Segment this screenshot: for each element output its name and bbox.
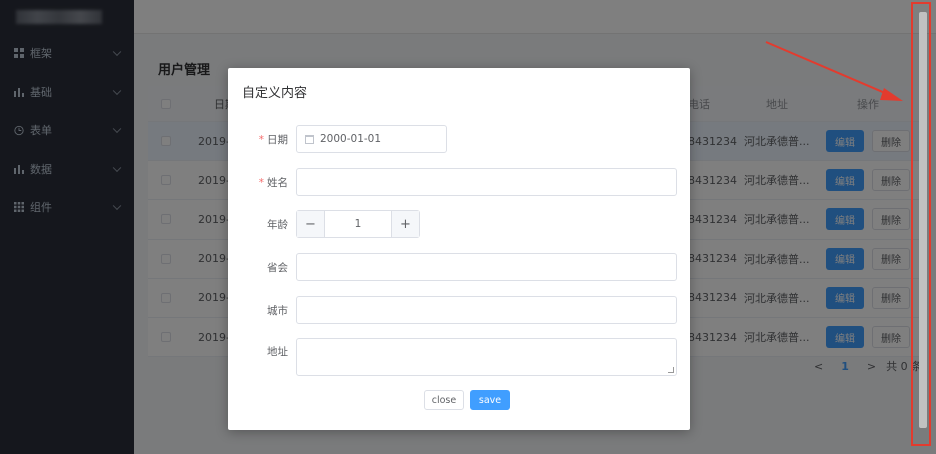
annotation-highlight-box bbox=[911, 2, 931, 446]
form-row-address: 地址 bbox=[228, 338, 690, 376]
date-picker-input[interactable]: 2000-01-01 bbox=[296, 125, 447, 153]
custom-content-dialog: 自定义内容 * 日期 2000-01-01 * 姓名 年龄 − 1 + 省会 城市 … bbox=[228, 68, 690, 430]
city-input[interactable] bbox=[296, 296, 677, 324]
form-row-date: * 日期 2000-01-01 bbox=[228, 125, 690, 153]
dialog-footer: close save bbox=[424, 390, 510, 410]
increment-button[interactable]: + bbox=[391, 211, 419, 237]
address-label: 地址 bbox=[267, 346, 288, 358]
form-row-name: * 姓名 bbox=[228, 168, 690, 196]
form-row-age: 年龄 − 1 + bbox=[228, 210, 690, 238]
form-row-province: 省会 bbox=[228, 253, 690, 281]
save-button[interactable]: save bbox=[470, 390, 510, 410]
resize-handle-icon[interactable] bbox=[668, 367, 674, 373]
date-label: * 日期 bbox=[258, 133, 288, 146]
province-label: 省会 bbox=[267, 261, 288, 274]
calendar-icon bbox=[305, 134, 314, 144]
dialog-title: 自定义内容 bbox=[242, 86, 308, 101]
name-label: * 姓名 bbox=[258, 176, 288, 189]
decrement-button[interactable]: − bbox=[297, 211, 325, 237]
age-stepper[interactable]: − 1 + bbox=[296, 210, 420, 238]
close-button[interactable]: close bbox=[424, 390, 464, 410]
form-row-city: 城市 bbox=[228, 296, 690, 324]
age-value[interactable]: 1 bbox=[325, 211, 391, 237]
city-label: 城市 bbox=[267, 304, 288, 317]
name-input[interactable] bbox=[296, 168, 677, 196]
date-value: 2000-01-01 bbox=[320, 133, 382, 145]
address-textarea[interactable] bbox=[296, 338, 677, 376]
age-label: 年龄 bbox=[267, 218, 288, 231]
province-input[interactable] bbox=[296, 253, 677, 281]
